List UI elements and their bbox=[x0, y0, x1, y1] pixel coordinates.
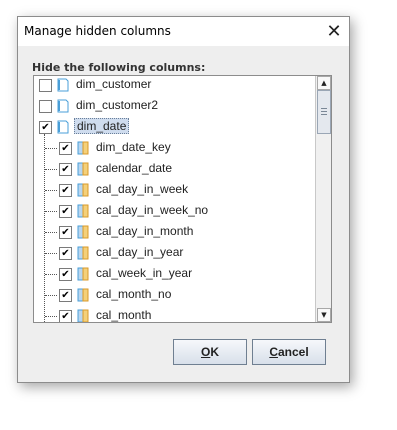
table-name: dim_customer2 bbox=[76, 98, 159, 112]
ok-accelerator: O bbox=[200, 345, 211, 359]
tree-column-row[interactable]: ✔ calendar_date bbox=[34, 160, 314, 178]
tree-column-row[interactable]: ✔ cal_day_in_year bbox=[34, 244, 314, 262]
tree-branch bbox=[45, 232, 57, 234]
cancel-accelerator: C bbox=[269, 345, 278, 359]
grip-line bbox=[321, 108, 327, 109]
tree-branch bbox=[45, 190, 57, 192]
manage-hidden-columns-dialog: Manage hidden columns ✕ Hide the followi… bbox=[17, 16, 350, 383]
column-icon bbox=[77, 204, 89, 218]
column-icon bbox=[77, 246, 89, 260]
tree-column-row[interactable]: ✔ cal_day_in_week_no bbox=[34, 202, 314, 220]
checkbox-checked[interactable]: ✔ bbox=[59, 163, 72, 176]
column-name: cal_month_no bbox=[96, 287, 172, 301]
column-icon bbox=[77, 288, 89, 302]
tree-branch bbox=[45, 169, 57, 171]
checkbox-checked[interactable]: ✔ bbox=[59, 268, 72, 281]
table-icon bbox=[57, 99, 69, 113]
tree-branch bbox=[45, 148, 57, 150]
tree-column-row[interactable]: ✔ cal_day_in_month bbox=[34, 223, 314, 241]
table-icon bbox=[57, 78, 69, 92]
tree-branch bbox=[45, 274, 57, 276]
checkbox-checked[interactable]: ✔ bbox=[39, 121, 52, 134]
scrollbar-thumb[interactable] bbox=[317, 90, 331, 134]
tree-branch bbox=[45, 253, 57, 255]
column-icon bbox=[77, 162, 89, 176]
cancel-button[interactable]: Cancel bbox=[252, 339, 326, 365]
column-name: cal_week_in_year bbox=[96, 266, 193, 280]
table-name: dim_customer bbox=[76, 77, 152, 91]
scroll-down-arrow-icon[interactable]: ▼ bbox=[317, 308, 331, 322]
column-name: cal_day_in_year bbox=[96, 245, 184, 259]
tree-column-row[interactable]: ✔ cal_month bbox=[34, 307, 314, 322]
tree-branch bbox=[45, 295, 57, 297]
checkbox-checked[interactable]: ✔ bbox=[59, 247, 72, 260]
close-icon[interactable]: ✕ bbox=[319, 17, 349, 46]
table-icon bbox=[57, 120, 69, 134]
checkbox-checked[interactable]: ✔ bbox=[59, 142, 72, 155]
column-name: calendar_date bbox=[96, 161, 173, 175]
cancel-label: ancel bbox=[277, 345, 309, 359]
column-name: cal_day_in_month bbox=[96, 224, 194, 238]
tree-branch bbox=[45, 211, 57, 213]
column-icon bbox=[77, 225, 89, 239]
ok-button[interactable]: OK bbox=[173, 339, 247, 365]
checkbox[interactable] bbox=[39, 100, 52, 113]
column-name: cal_month bbox=[96, 308, 152, 322]
checkbox[interactable] bbox=[39, 79, 52, 92]
tree-column-row[interactable]: ✔ cal_week_in_year bbox=[34, 265, 314, 283]
column-icon bbox=[77, 183, 89, 197]
column-name: cal_day_in_week bbox=[96, 182, 189, 196]
grip-line bbox=[321, 111, 327, 112]
tree-table-row-selected[interactable]: ✔ dim_date bbox=[34, 118, 314, 136]
checkbox-checked[interactable]: ✔ bbox=[59, 226, 72, 239]
scroll-up-arrow-icon[interactable]: ▲ bbox=[317, 76, 331, 90]
ok-label: K bbox=[210, 345, 219, 359]
tree-table-row[interactable]: dim_customer bbox=[34, 76, 314, 94]
grip-line bbox=[321, 114, 327, 115]
dialog-title: Manage hidden columns bbox=[24, 24, 171, 38]
vertical-scrollbar[interactable]: ▲ ▼ bbox=[315, 76, 331, 322]
checkbox-checked[interactable]: ✔ bbox=[59, 205, 72, 218]
table-name: dim_date bbox=[74, 118, 130, 134]
column-name: cal_day_in_week_no bbox=[96, 203, 209, 217]
tree-table-row[interactable]: dim_customer2 bbox=[34, 97, 314, 115]
column-icon bbox=[77, 141, 89, 155]
tree-column-row[interactable]: ✔ dim_date_key bbox=[34, 139, 314, 157]
checkbox-checked[interactable]: ✔ bbox=[59, 310, 72, 322]
column-name: dim_date_key bbox=[96, 140, 171, 154]
tree-column-row[interactable]: ✔ cal_day_in_week bbox=[34, 181, 314, 199]
tree-column-row[interactable]: ✔ cal_month_no bbox=[34, 286, 314, 304]
hide-columns-label: Hide the following columns: bbox=[32, 61, 206, 74]
column-icon bbox=[77, 309, 89, 322]
checkbox-checked[interactable]: ✔ bbox=[59, 289, 72, 302]
title-bar: Manage hidden columns ✕ bbox=[18, 17, 349, 46]
column-icon bbox=[77, 267, 89, 281]
checkbox-checked[interactable]: ✔ bbox=[59, 184, 72, 197]
tree-branch bbox=[45, 316, 57, 318]
columns-tree[interactable]: dim_customer dim_customer2 ✔ dim_date ✔ bbox=[33, 75, 332, 323]
